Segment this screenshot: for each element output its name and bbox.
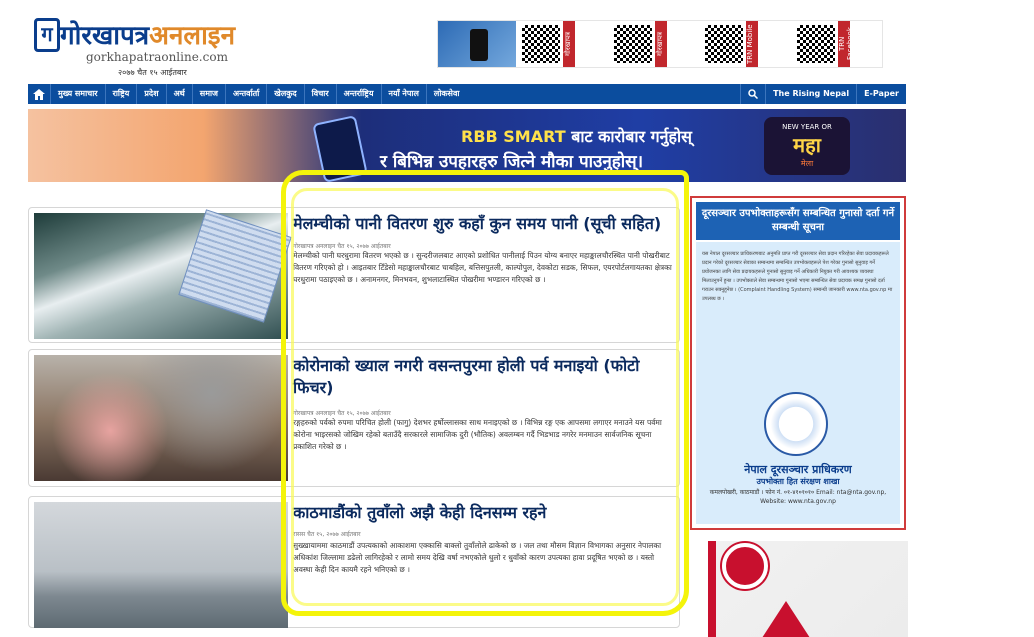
qr-label: गोरखापत्र xyxy=(563,21,575,67)
qr-code-icon xyxy=(522,25,560,63)
nta-notice-ad[interactable]: दूरसञ्चार उपभोक्ताहरूसँग सम्बन्धित गुनास… xyxy=(690,196,906,530)
site-logo[interactable]: ग गोरखापत्रअनलाइन gorkhapatraonline.com … xyxy=(34,14,284,78)
notice-body: यस नेपाल दूरसञ्चार प्राधिकरणबाट अनुमति प… xyxy=(696,242,900,524)
nav-item-sports[interactable]: खेलकुद xyxy=(266,84,303,104)
banner-brand: RBB SMART xyxy=(461,127,566,146)
logo-online-text: अनलाइन xyxy=(149,21,235,51)
qr-ad-4[interactable]: TRN Facebook xyxy=(791,21,883,67)
notice-org: नेपाल दूरसञ्चार प्राधिकरण xyxy=(744,463,852,476)
search-icon[interactable] xyxy=(740,84,765,104)
qr-ad-3[interactable]: TRN Mobile xyxy=(699,21,791,67)
site-url: gorkhapatraonline.com xyxy=(86,50,228,64)
article-title[interactable]: काठमाडौंको तुवाँलो अझै केही दिनसम्म रहने xyxy=(293,502,673,524)
qr-code-icon xyxy=(796,25,835,63)
article-image[interactable] xyxy=(34,355,288,481)
nav-item-opinion[interactable]: विचार xyxy=(303,84,336,104)
logo-mark-icon: ग xyxy=(34,18,60,52)
ad2-circle-icon xyxy=(722,543,768,589)
ad2-bar xyxy=(708,541,716,637)
qr-label: TRN Mobile xyxy=(746,21,758,67)
notice-sub: उपभोक्ता हित संरक्षण शाखा xyxy=(756,477,840,486)
banner-line-2: र बिभिन्न उपहारहरु जित्ने मौका पाउनुहोस्… xyxy=(380,152,644,172)
article-excerpt: रङ्गहरुको पर्वको रुपमा परिचित होली (फागु… xyxy=(293,418,662,451)
banner-badge: NEW YEAR OR महा मेला xyxy=(764,117,850,175)
article-excerpt: मेलम्चीको पानी घरधुरामा वितरण भएको छ । स… xyxy=(293,251,672,284)
main-nav: मुख्य समाचार राष्ट्रिय प्रदेश अर्थ समाज … xyxy=(28,84,906,104)
qr-label: TRN Facebook xyxy=(837,21,854,67)
logo-title-text: गोरखापत्र xyxy=(60,21,150,51)
badge-sub: मेला xyxy=(800,159,814,168)
badge-top: NEW YEAR OR xyxy=(782,123,832,131)
header-date: २०७७ चैत १५ आईतबार xyxy=(118,68,187,77)
nta-seal-icon xyxy=(764,392,828,456)
article-meta: रासस चैत १५, २०७७ आईतबार xyxy=(293,531,361,538)
banner-line-1-rest: बाट कारोबार गर्नुहोस् xyxy=(565,127,692,146)
article-image[interactable] xyxy=(34,209,292,339)
notice-header: दूरसञ्चार उपभोक्ताहरूसँग सम्बन्धित गुनास… xyxy=(696,202,900,240)
nav-item-province[interactable]: प्रदेश xyxy=(136,84,165,104)
nav-item-loksewa[interactable]: लोकसेवा xyxy=(425,84,467,104)
qr-label: गोरखापत्र xyxy=(654,21,667,67)
nav-item-economy[interactable]: अर्थ xyxy=(165,84,192,104)
article-meta: गोरखापत्र अनलाइन चैत १५, २०७७ आईतबार xyxy=(293,410,391,417)
nav-link-rising-nepal[interactable]: The Rising Nepal xyxy=(765,84,856,104)
badge-main: महा xyxy=(793,133,821,157)
nav-item-society[interactable]: समाज xyxy=(191,84,225,104)
sidebar-ad-2[interactable] xyxy=(708,541,908,637)
ad2-triangle-icon xyxy=(760,601,812,637)
ad-phone-image xyxy=(438,21,516,67)
article-excerpt: सुख्खायाममा काठमाडौं उपत्यकाको आकाशमा एक… xyxy=(293,541,662,574)
article-card[interactable]: मेलम्चीको पानी वितरण शुरु कहाँ कुन समय प… xyxy=(28,207,680,343)
nav-item-main-news[interactable]: मुख्य समाचार xyxy=(50,84,105,104)
qr-ad-1[interactable]: गोरखापत्र xyxy=(516,21,608,67)
rbb-banner-ad[interactable]: RBB SMART बाट कारोबार गर्नुहोस् र बिभिन्… xyxy=(28,109,906,182)
article-meta: गोरखापत्र अनलाइन चैत १५, २०७७ आईतबार xyxy=(293,243,391,250)
banner-phone-image xyxy=(312,115,368,182)
notice-text: यस नेपाल दूरसञ्चार प्राधिकरणबाट अनुमति प… xyxy=(702,251,893,302)
nav-item-international[interactable]: अन्तर्राष्ट्रिय xyxy=(335,84,381,104)
article-card[interactable]: कोरोनाको ख्याल नगरी वसन्तपुरमा होली पर्व… xyxy=(28,349,680,487)
banner-line-1: RBB SMART बाट कारोबार गर्नुहोस् xyxy=(461,125,692,147)
qr-code-icon xyxy=(705,25,743,63)
qr-code-icon xyxy=(613,25,652,63)
article-title[interactable]: मेलम्चीको पानी वितरण शुरु कहाँ कुन समय प… xyxy=(293,213,673,235)
article-card[interactable]: काठमाडौंको तुवाँलो अझै केही दिनसम्म रहने… xyxy=(28,496,680,628)
logo-title: गोरखापत्रअनलाइन xyxy=(60,16,235,52)
qr-ad-2[interactable]: गोरखापत्र xyxy=(608,21,700,67)
home-icon[interactable] xyxy=(28,84,50,104)
notice-contact: कमलपोखरी, काठमाडौं । फोन नं. ०१-४१०१०१० … xyxy=(709,489,887,505)
nav-link-epaper[interactable]: E-Paper xyxy=(856,84,906,104)
article-title[interactable]: कोरोनाको ख्याल नगरी वसन्तपुरमा होली पर्व… xyxy=(293,355,673,399)
top-ad-strip[interactable]: गोरखापत्र गोरखापत्र TRN Mobile TRN Faceb… xyxy=(437,20,883,68)
article-image-paper xyxy=(178,209,292,323)
nav-item-national[interactable]: राष्ट्रिय xyxy=(104,84,137,104)
nav-item-naya-nepal[interactable]: नयाँ नेपाल xyxy=(380,84,426,104)
nav-item-interview[interactable]: अन्तर्वार्ता xyxy=(225,84,266,104)
article-image[interactable] xyxy=(34,502,288,628)
